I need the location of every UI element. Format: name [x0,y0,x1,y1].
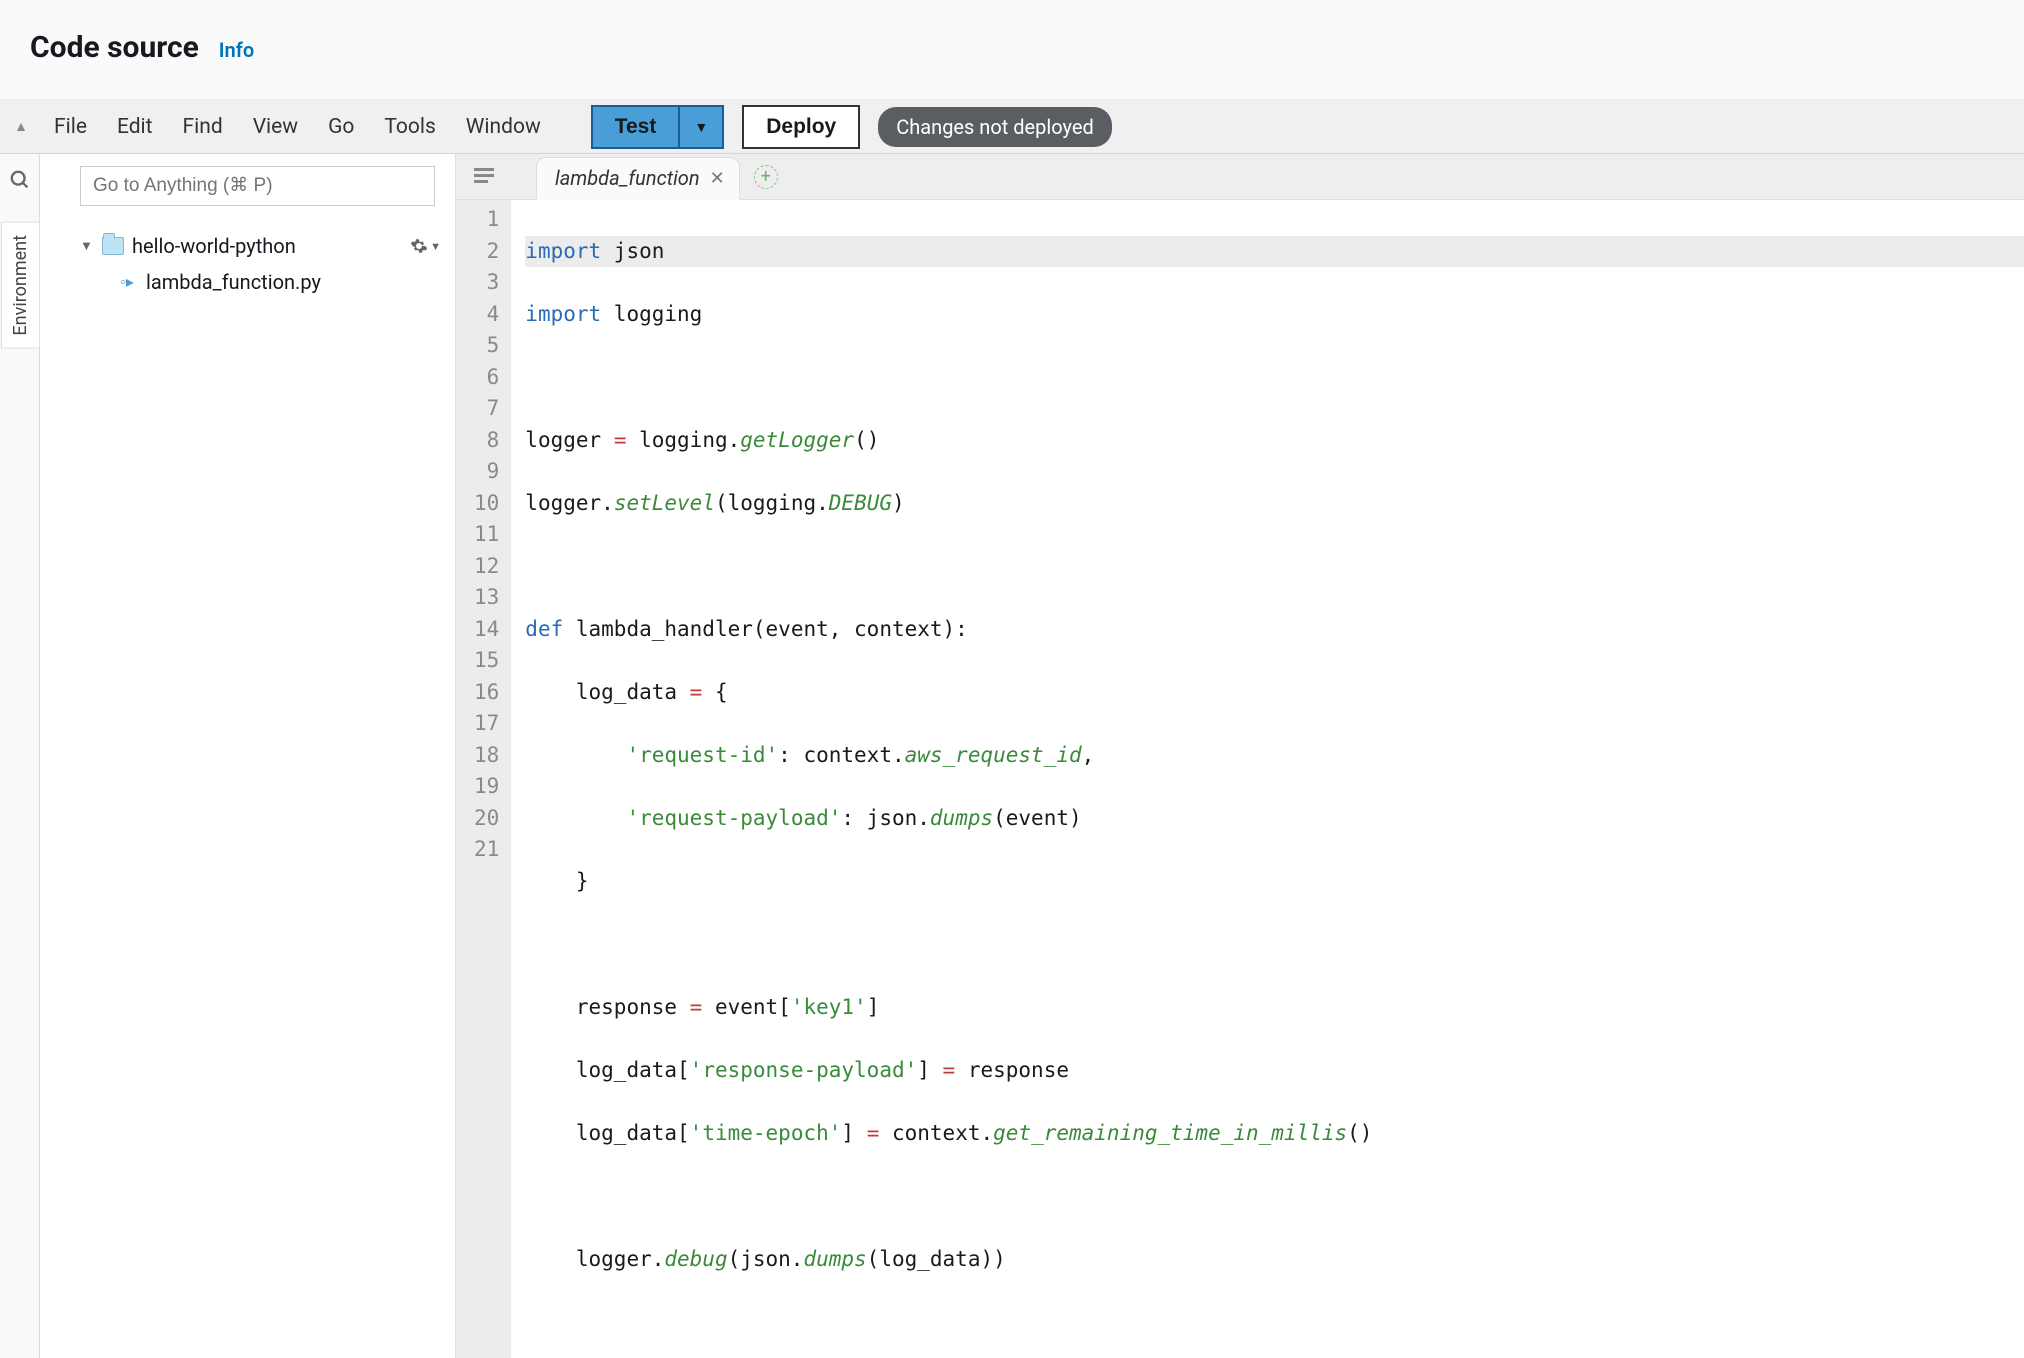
ide-toolbar: ▲ File Edit Find View Go Tools Window Te… [0,100,2024,154]
menu-find[interactable]: Find [183,115,223,139]
file-label: lambda_function.py [146,270,321,294]
python-file-icon: ◦▸ [116,271,138,293]
tree-file-lambda[interactable]: ◦▸ lambda_function.py [76,264,445,300]
action-buttons: Test ▼ Deploy Changes not deployed [591,105,1112,149]
editor-tab-lambda-function[interactable]: lambda_function ✕ [536,157,740,200]
add-tab-button[interactable]: + [754,165,778,189]
editor-panel: lambda_function ✕ + 12345678910111213141… [456,154,2024,1358]
left-gutter: Environment [0,154,40,1358]
deploy-button[interactable]: Deploy [742,105,860,149]
collapse-toolbar-icon[interactable]: ▲ [8,118,34,135]
info-link[interactable]: Info [219,38,254,62]
menu-file[interactable]: File [54,115,87,139]
changes-not-deployed-badge: Changes not deployed [878,107,1112,147]
test-dropdown-button[interactable]: ▼ [678,105,724,149]
menu-tools[interactable]: Tools [384,115,435,139]
line-gutter: 123456789101112131415161718192021 [456,200,511,1358]
gear-icon[interactable]: ▼ [410,237,441,255]
code-content[interactable]: import json import logging logger = logg… [511,200,2024,1358]
tab-bar: lambda_function ✕ + [456,154,2024,200]
file-tree: ▼ hello-world-python ▼ ◦▸ lambda_functio… [40,218,455,300]
tab-list-icon[interactable] [474,165,494,189]
folder-label: hello-world-python [132,234,296,258]
file-explorer: ▼ hello-world-python ▼ ◦▸ lambda_functio… [40,154,456,1358]
goto-anything-input[interactable] [80,166,435,206]
ide-area: Environment ▼ hello-world-python ▼ ◦▸ la… [0,154,2024,1358]
close-tab-icon[interactable]: ✕ [710,168,725,189]
test-button-group: Test ▼ [591,105,724,149]
menu-edit[interactable]: Edit [117,115,153,139]
menu-window[interactable]: Window [466,115,541,139]
code-source-header: Code source Info [0,0,2024,100]
tree-root-folder[interactable]: ▼ hello-world-python ▼ [76,228,445,264]
tab-label: lambda_function [555,166,700,190]
caret-down-icon: ▼ [80,238,94,254]
menu-go[interactable]: Go [328,115,354,139]
test-button[interactable]: Test [591,105,679,149]
menu-view[interactable]: View [253,115,298,139]
code-editor[interactable]: 123456789101112131415161718192021 import… [456,200,2024,1358]
folder-icon [102,237,124,255]
search-icon[interactable] [9,168,31,198]
environment-tab[interactable]: Environment [1,222,39,349]
page-title: Code source [30,30,199,65]
menu-bar: File Edit Find View Go Tools Window [54,115,541,139]
